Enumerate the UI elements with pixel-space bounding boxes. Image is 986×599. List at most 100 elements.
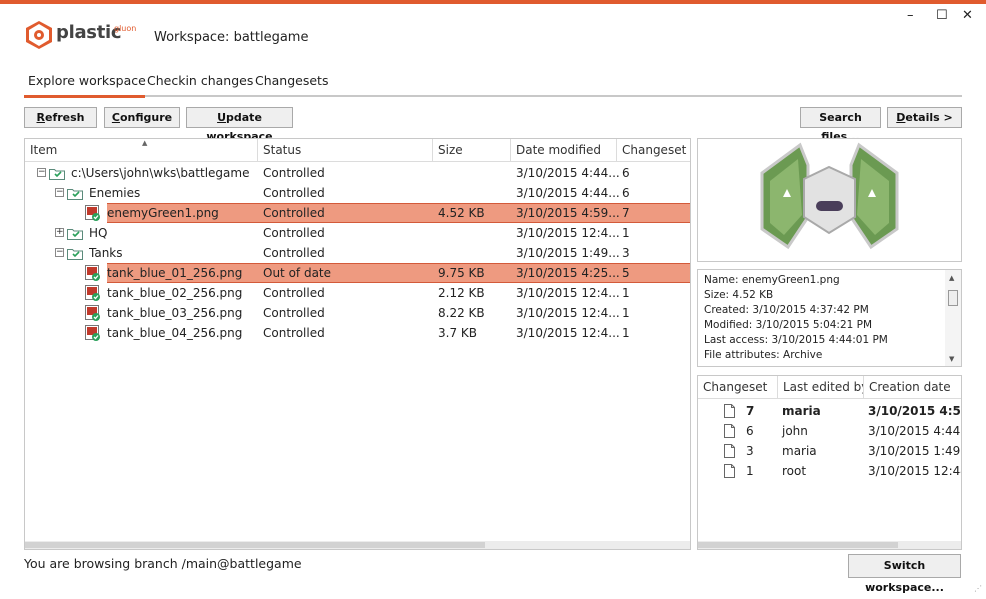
folder-icon [67,229,83,240]
column-header-changeset[interactable]: Changeset [617,139,690,161]
header-divider [698,398,961,399]
resize-grip-icon[interactable]: ⋰ [974,584,982,593]
item-changeset: 5 [622,266,630,280]
tab-explore-workspace[interactable]: Explore workspace [28,73,146,88]
item-changeset: 1 [622,226,630,240]
item-changeset: 3 [622,246,630,260]
tab-checkin-changes[interactable]: Checkin changes [147,73,253,88]
tab-active-indicator [24,95,145,98]
scrollbar-thumb[interactable] [698,542,898,548]
tree-row[interactable]: enemyGreen1.png Controlled 4.52 KB 3/10/201… [25,203,690,223]
image-file-icon [85,305,100,321]
item-status: Controlled [263,186,325,200]
history-user: root [782,464,807,478]
expand-icon[interactable]: + [55,228,64,237]
history-date: 3/10/2015 4:59: [868,404,961,418]
column-header-size[interactable]: Size [433,139,511,161]
search-files-button[interactable]: Search files... [800,107,881,143]
folder-icon [67,189,83,200]
scroll-up-icon[interactable]: ▲ [949,274,954,282]
horizontal-scrollbar[interactable] [25,541,690,549]
item-changeset: 1 [622,306,630,320]
item-status: Controlled [263,326,325,340]
property-size: Size: 4.52 KB [704,289,774,301]
history-changeset: 3 [746,444,754,458]
tree-row[interactable]: − Tanks Controlled 3/10/2015 1:49... 3 [25,243,690,263]
update-workspace-button[interactable]: Update workspace [186,107,293,143]
document-icon [724,464,735,478]
details-button[interactable]: Details > [887,107,962,128]
accent-top-bar [0,0,986,4]
document-icon [724,404,735,418]
item-date: 3/10/2015 4:25... [516,266,620,280]
item-changeset: 6 [622,186,630,200]
tree-row[interactable]: tank_blue_02_256.png Controlled 2.12 KB 3/1… [25,283,690,303]
scroll-down-icon[interactable]: ▼ [949,355,954,363]
item-changeset: 7 [622,206,630,220]
item-date: 3/10/2015 1:49... [516,246,620,260]
refresh-button[interactable]: Refresh [24,107,97,128]
collapse-icon[interactable]: − [37,168,46,177]
minimize-button[interactable]: – [907,9,914,22]
property-modified: Modified: 3/10/2015 5:04:21 PM [704,319,873,331]
item-name: tank_blue_03_256.png [107,306,243,320]
item-date: 3/10/2015 4:44... [516,166,620,180]
tree-row[interactable]: tank_blue_01_256.png Out of date 9.75 KB 3/… [25,263,690,283]
column-header-date-modified[interactable]: Date modified [511,139,617,161]
item-status: Controlled [263,286,325,300]
history-date: 3/10/2015 12:44 [868,464,962,478]
scrollbar-thumb[interactable] [25,542,485,548]
history-row[interactable]: 1 root 3/10/2015 12:44 [698,461,962,481]
item-date: 3/10/2015 4:59... [516,206,620,220]
history-row[interactable]: 6 john 3/10/2015 4:44:1 [698,421,962,441]
switch-workspace-button[interactable]: Switch workspace... [848,554,961,594]
document-icon [724,444,735,458]
vertical-scrollbar[interactable]: ▲ ▼ [945,270,961,366]
column-header-changeset[interactable]: Changeset [698,376,778,398]
folder-icon [49,169,65,180]
property-created: Created: 3/10/2015 4:37:42 PM [704,304,869,316]
history-date: 3/10/2015 4:44:1 [868,424,962,438]
tree-row[interactable]: tank_blue_03_256.png Controlled 8.22 KB 3/1… [25,303,690,323]
logo-subtitle: gluon [114,24,137,33]
item-date: 3/10/2015 4:44... [516,186,620,200]
history-user: maria [782,404,821,418]
history-row[interactable]: 7 maria 3/10/2015 4:59: [698,401,961,421]
item-date: 3/10/2015 12:4... [516,306,620,320]
image-file-icon [85,285,100,301]
header-divider [25,161,690,162]
changeset-history-table[interactable]: Changeset Last edited by Creation date 7… [697,375,962,550]
tree-row[interactable]: tank_blue_04_256.png Controlled 3.7 KB 3/10… [25,323,690,343]
workspace-tree[interactable]: Item ▲ Status Size Date modified Changes… [24,138,691,550]
item-name: HQ [89,226,108,240]
item-name: Enemies [89,186,141,200]
tab-changesets[interactable]: Changesets [255,73,328,88]
configure-button[interactable]: Configure [104,107,180,128]
item-status: Controlled [263,206,325,220]
tree-row[interactable]: − c:\Users\john\wks\battlegame Controlled 3… [25,163,690,183]
file-properties-panel: Name: enemyGreen1.png Size: 4.52 KB Crea… [697,269,962,367]
history-row[interactable]: 3 maria 3/10/2015 1:49:1 [698,441,961,461]
horizontal-scrollbar[interactable] [698,541,961,549]
item-status: Controlled [263,166,325,180]
branch-status-text: You are browsing branch /main@battlegame [24,556,302,571]
collapse-icon[interactable]: − [55,248,64,257]
column-header-last-edited-by[interactable]: Last edited by [778,376,864,398]
item-name: Tanks [89,246,123,260]
property-name: Name: enemyGreen1.png [704,274,840,286]
property-last-access: Last access: 3/10/2015 4:44:01 PM [704,334,888,346]
collapse-icon[interactable]: − [55,188,64,197]
tree-row[interactable]: + HQ Controlled 3/10/2015 12:4... 1 [25,223,690,243]
item-size: 9.75 KB [438,266,485,280]
item-name: tank_blue_01_256.png [107,266,243,280]
image-file-icon [85,265,100,281]
item-status: Controlled [263,246,325,260]
tab-divider [24,95,962,97]
column-header-status[interactable]: Status [258,139,433,161]
column-header-creation-date[interactable]: Creation date [864,376,961,398]
tree-row[interactable]: − Enemies Controlled 3/10/2015 4:44... 6 [25,183,690,203]
scrollbar-thumb[interactable] [948,290,958,306]
close-button[interactable]: ✕ [962,9,973,22]
item-name: c:\Users\john\wks\battlegame [71,166,250,180]
maximize-button[interactable]: ☐ [936,9,948,22]
